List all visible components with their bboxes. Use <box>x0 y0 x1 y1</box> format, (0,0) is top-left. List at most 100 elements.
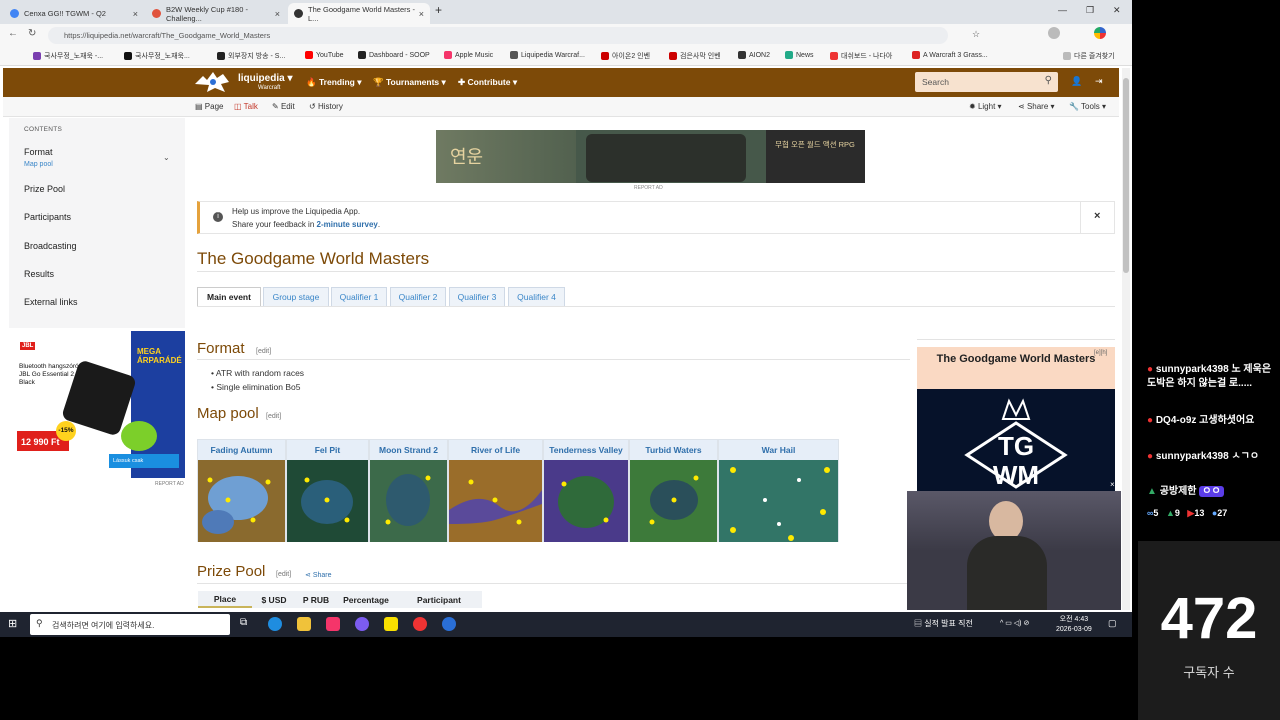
copilot-icon[interactable] <box>1094 27 1106 39</box>
toc-item-results[interactable]: Results <box>24 269 54 279</box>
edge-icon[interactable] <box>268 617 282 631</box>
close-icon[interactable]: × <box>275 9 280 19</box>
address-bar[interactable]: https://liquipedia.net/warcraft/The_Good… <box>48 27 948 44</box>
tool-edit[interactable]: ✎ Edit <box>272 102 295 111</box>
music-app-icon[interactable] <box>326 617 340 631</box>
bookmark-item[interactable]: 대쉬보드 - 나다아 <box>830 51 892 61</box>
report-ad-link[interactable]: REPORT AD <box>155 481 184 487</box>
close-icon[interactable]: × <box>419 9 424 19</box>
close-icon[interactable]: × <box>133 9 138 19</box>
close-icon[interactable]: × <box>1110 480 1115 489</box>
user-add-icon[interactable]: 👤 <box>1071 76 1082 87</box>
edit-link[interactable]: [edit] <box>266 413 281 420</box>
tool-light[interactable]: ✹ Light ▾ <box>969 102 1002 111</box>
edit-link[interactable]: [edit] <box>256 348 271 355</box>
system-tray-icons[interactable]: ^ ▭ ◁) ⊘ <box>1000 619 1029 627</box>
map-tenderness-valley[interactable]: Tenderness Valley <box>543 439 629 542</box>
bookmark-item[interactable]: 외부장지 방송 - S... <box>217 51 285 61</box>
tool-history[interactable]: ↺ History <box>309 102 343 111</box>
side-advertisement[interactable]: JBL Bluetooth hangszóró JBL Go Essential… <box>9 331 185 478</box>
map-war-hail[interactable]: War Hail <box>718 439 839 542</box>
maximize-icon[interactable]: ❐ <box>1086 5 1094 16</box>
bookmark-folder[interactable]: 다른 즐겨찾기 <box>1063 51 1115 61</box>
bookmark-item[interactable]: Apple Music <box>444 51 493 59</box>
browser-tab-1[interactable]: Cenxa GG!! TGWM - Q2 × <box>4 3 144 24</box>
report-ad-link[interactable]: REPORT AD <box>634 185 663 191</box>
liquipedia-logo-icon[interactable] <box>193 70 231 94</box>
scrollbar-thumb[interactable] <box>1123 78 1129 273</box>
minimize-icon[interactable]: — <box>1058 5 1067 15</box>
taskbar-search-input[interactable]: ⚲ 검색하려면 여기에 입력하세요. <box>30 614 230 635</box>
bookmark-item[interactable]: 검은사막 인벤 <box>669 51 721 61</box>
discord-icon[interactable] <box>355 617 369 631</box>
browser-tab-2[interactable]: B2W Weekly Cup #180 - Challeng... × <box>146 3 286 24</box>
banner-advertisement[interactable]: 연운 무협 오픈 월드 액션 RPG <box>436 130 865 183</box>
share-link[interactable]: ⋖ Share <box>305 571 332 579</box>
tool-share[interactable]: ⋖ Share ▾ <box>1018 102 1055 111</box>
infobox-edit-link[interactable]: [e][h] <box>1094 350 1107 356</box>
taskbar-clock[interactable]: 오전 4:43 2026-03-09 <box>1056 615 1092 635</box>
nav-trending[interactable]: 🔥 Trending ▾ <box>306 77 361 88</box>
bookmark-item[interactable]: 국사무정_노재욱 -... <box>33 51 103 61</box>
close-icon[interactable]: × <box>1094 210 1100 222</box>
tab-group-stage[interactable]: Group stage <box>263 287 329 307</box>
toc-item-format[interactable]: Format <box>24 147 53 157</box>
notification-icon[interactable]: ▢ <box>1108 618 1117 629</box>
file-explorer-icon[interactable] <box>297 617 311 631</box>
survey-link[interactable]: 2-minute survey <box>317 220 378 229</box>
bookmark-item[interactable]: YouTube <box>305 51 344 59</box>
map-moon-strand-2[interactable]: Moon Strand 2 <box>369 439 448 542</box>
address-row: ← ↻ https://liquipedia.net/warcraft/The_… <box>0 24 1132 46</box>
battlenet-icon[interactable] <box>442 617 456 631</box>
bookmark-item[interactable]: 아이온2 인벤 <box>601 51 650 61</box>
toc-item-broadcasting[interactable]: Broadcasting <box>24 241 77 251</box>
new-tab-icon[interactable]: + <box>435 3 442 17</box>
profile-icon[interactable] <box>1048 27 1060 39</box>
login-icon[interactable]: ⇥ <box>1095 76 1103 87</box>
map-fel-pit[interactable]: Fel Pit <box>286 439 369 542</box>
bookmark-item[interactable]: News <box>785 51 814 59</box>
search-icon[interactable]: ⚲ <box>1045 75 1052 86</box>
tab-main-event[interactable]: Main event <box>197 287 261 307</box>
browser-tab-3[interactable]: The Goodgame World Masters - L... × <box>288 3 430 24</box>
tool-page[interactable]: ▤ Page <box>195 102 223 111</box>
reload-icon[interactable]: ↻ <box>28 28 36 39</box>
news-widget[interactable]: ▤ 실적 발표 직전 <box>914 618 973 629</box>
toc-item-participants[interactable]: Participants <box>24 212 71 222</box>
task-view-icon[interactable]: ⧉ <box>240 617 247 628</box>
obs-icon[interactable] <box>413 617 427 631</box>
tab-qualifier-2[interactable]: Qualifier 2 <box>390 287 446 307</box>
ad-cta-button[interactable]: Lássuk csak <box>109 454 179 468</box>
nav-tournaments[interactable]: 🏆 Tournaments ▾ <box>373 77 446 88</box>
window-close-icon[interactable]: ✕ <box>1113 5 1121 16</box>
bookmark-item[interactable]: 국사무정_노재욱... <box>124 51 190 61</box>
tab-qualifier-3[interactable]: Qualifier 3 <box>449 287 505 307</box>
site-brand[interactable]: liquipedia ▾ <box>238 73 292 84</box>
column-header-participant: Participant <box>396 591 482 608</box>
map-name: Tenderness Valley <box>544 440 628 460</box>
search-input[interactable]: Search ⚲ <box>915 72 1058 92</box>
kakaotalk-icon[interactable] <box>384 617 398 631</box>
windows-start-icon[interactable]: ⊞ <box>8 617 17 630</box>
bookmark-item[interactable]: AION2 <box>738 51 770 59</box>
map-river-of-life[interactable]: River of Life <box>448 439 543 542</box>
tab-qualifier-1[interactable]: Qualifier 1 <box>331 287 387 307</box>
edit-link[interactable]: [edit] <box>276 571 291 578</box>
nav-contribute[interactable]: ✚ Contribute ▾ <box>458 77 517 88</box>
bookmark-item[interactable]: Dashboard - SOOP <box>358 51 430 59</box>
back-icon[interactable]: ← <box>8 28 18 39</box>
map-thumbnail <box>370 460 447 542</box>
toc-item-prize-pool[interactable]: Prize Pool <box>24 184 65 194</box>
page-scrollbar[interactable] <box>1122 68 1130 610</box>
tab-qualifier-4[interactable]: Qualifier 4 <box>508 287 565 307</box>
toc-item-map-pool[interactable]: Map pool <box>24 161 53 168</box>
bookmark-item[interactable]: A Warcraft 3 Grass... <box>912 51 988 59</box>
bookmark-item[interactable]: Liquipedia Warcraf... <box>510 51 585 59</box>
tool-talk[interactable]: ◫ Talk <box>234 102 258 111</box>
tool-tools[interactable]: 🔧 Tools ▾ <box>1069 102 1106 111</box>
favorite-icon[interactable]: ☆ <box>972 29 980 40</box>
toc-item-external-links[interactable]: External links <box>24 297 78 307</box>
map-fading-autumn[interactable]: Fading Autumn <box>197 439 286 542</box>
chevron-down-icon[interactable]: ⌄ <box>163 153 170 162</box>
map-turbid-waters[interactable]: Turbid Waters <box>629 439 718 542</box>
